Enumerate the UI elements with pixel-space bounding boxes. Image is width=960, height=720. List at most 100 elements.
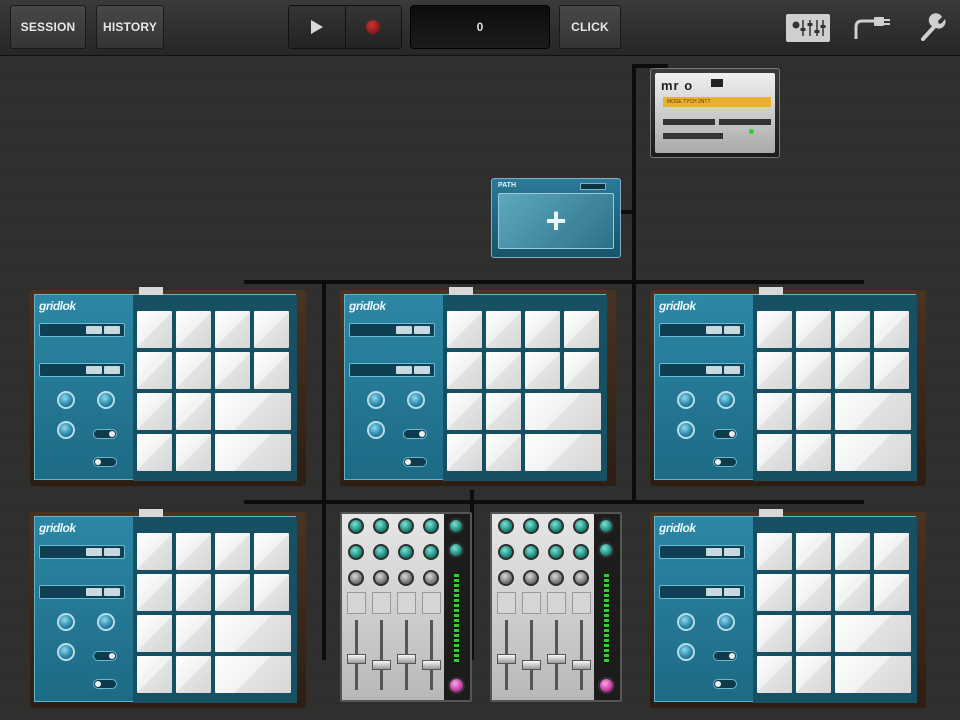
drum-pad[interactable] — [176, 311, 211, 348]
drum-pad[interactable] — [137, 615, 172, 652]
send-knob[interactable] — [423, 544, 439, 560]
send-knob[interactable] — [573, 518, 589, 534]
pattern-selector[interactable] — [659, 363, 745, 377]
knob[interactable] — [677, 643, 695, 661]
kit-selector[interactable] — [659, 545, 745, 559]
connections-button[interactable] — [850, 12, 894, 42]
send-knob[interactable] — [423, 518, 439, 534]
drum-pad[interactable] — [176, 615, 211, 652]
field-button[interactable] — [724, 366, 740, 374]
mute-solo-buttons[interactable] — [547, 592, 566, 614]
drum-machine[interactable]: gridlok — [650, 287, 926, 486]
knob[interactable] — [97, 391, 115, 409]
session-button[interactable]: SESSION — [10, 5, 86, 49]
drum-pad[interactable] — [486, 393, 521, 430]
mro-field[interactable] — [663, 119, 715, 125]
pattern-selector[interactable] — [349, 363, 435, 377]
knob[interactable] — [97, 613, 115, 631]
send-knob[interactable] — [523, 518, 539, 534]
drum-pad[interactable] — [757, 393, 792, 430]
toggle-switch[interactable] — [93, 429, 117, 439]
channel-fader[interactable] — [497, 654, 516, 664]
drum-pad[interactable] — [757, 533, 792, 570]
master-knob[interactable] — [598, 542, 614, 558]
pattern-selector[interactable] — [659, 585, 745, 599]
field-button[interactable] — [724, 588, 740, 596]
drum-pad[interactable] — [757, 352, 792, 389]
drum-pad[interactable] — [835, 615, 911, 652]
mute-solo-buttons[interactable] — [397, 592, 416, 614]
path-switch[interactable] — [580, 183, 606, 190]
field-button[interactable] — [104, 326, 120, 334]
send-knob[interactable] — [373, 518, 389, 534]
drum-pad[interactable] — [525, 352, 560, 389]
mute-solo-buttons[interactable] — [372, 592, 391, 614]
pan-knob[interactable] — [498, 570, 514, 586]
drum-pad[interactable] — [874, 352, 909, 389]
mute-solo-buttons[interactable] — [497, 592, 516, 614]
send-knob[interactable] — [548, 518, 564, 534]
mute-solo-buttons[interactable] — [522, 592, 541, 614]
send-knob[interactable] — [373, 544, 389, 560]
drum-pad[interactable] — [796, 574, 831, 611]
record-button[interactable] — [344, 6, 401, 48]
send-knob[interactable] — [398, 544, 414, 560]
field-button[interactable] — [396, 326, 412, 334]
pan-knob[interactable] — [398, 570, 414, 586]
drum-pad[interactable] — [447, 352, 482, 389]
field-button[interactable] — [724, 326, 740, 334]
knob[interactable] — [677, 421, 695, 439]
toggle-switch[interactable] — [713, 429, 737, 439]
field-button[interactable] — [414, 326, 430, 334]
drum-pad[interactable] — [874, 574, 909, 611]
drum-pad[interactable] — [564, 352, 599, 389]
drum-pad[interactable] — [835, 434, 911, 471]
drum-pad[interactable] — [525, 393, 601, 430]
drum-pad[interactable] — [215, 311, 250, 348]
channel-fader[interactable] — [547, 654, 566, 664]
channel-fader[interactable] — [422, 660, 441, 670]
drum-pad[interactable] — [254, 574, 289, 611]
mute-solo-buttons[interactable] — [422, 592, 441, 614]
drum-pad[interactable] — [137, 393, 172, 430]
drum-pad[interactable] — [525, 434, 601, 471]
knob[interactable] — [57, 391, 75, 409]
pan-knob[interactable] — [373, 570, 389, 586]
kit-selector[interactable] — [659, 323, 745, 337]
knob[interactable] — [677, 613, 695, 631]
channel-fader[interactable] — [522, 660, 541, 670]
field-button[interactable] — [104, 548, 120, 556]
drum-pad[interactable] — [447, 393, 482, 430]
toggle-switch[interactable] — [403, 457, 427, 467]
drum-pad[interactable] — [447, 434, 482, 471]
send-knob[interactable] — [573, 544, 589, 560]
toggle-switch[interactable] — [713, 651, 737, 661]
drum-pad[interactable] — [176, 533, 211, 570]
field-button[interactable] — [396, 366, 412, 374]
toggle-switch[interactable] — [93, 679, 117, 689]
drum-pad[interactable] — [564, 311, 599, 348]
drum-pad[interactable] — [874, 311, 909, 348]
history-button[interactable]: HISTORY — [96, 5, 164, 49]
add-device-button[interactable]: + — [498, 193, 614, 249]
field-button[interactable] — [86, 588, 102, 596]
drum-pad[interactable] — [215, 352, 250, 389]
toggle-switch[interactable] — [93, 651, 117, 661]
drum-pad[interactable] — [796, 311, 831, 348]
play-button[interactable] — [289, 6, 345, 48]
send-knob[interactable] — [523, 544, 539, 560]
field-button[interactable] — [706, 366, 722, 374]
pan-knob[interactable] — [423, 570, 439, 586]
field-button[interactable] — [104, 366, 120, 374]
drum-pad[interactable] — [254, 311, 289, 348]
mixer-device[interactable] — [340, 512, 472, 702]
drum-pad[interactable] — [796, 352, 831, 389]
drum-pad[interactable] — [176, 574, 211, 611]
drum-pad[interactable] — [215, 615, 291, 652]
channel-fader[interactable] — [572, 660, 591, 670]
drum-pad[interactable] — [835, 656, 911, 693]
toggle-switch[interactable] — [93, 457, 117, 467]
drum-pad[interactable] — [796, 656, 831, 693]
send-knob[interactable] — [398, 518, 414, 534]
drum-pad[interactable] — [525, 311, 560, 348]
